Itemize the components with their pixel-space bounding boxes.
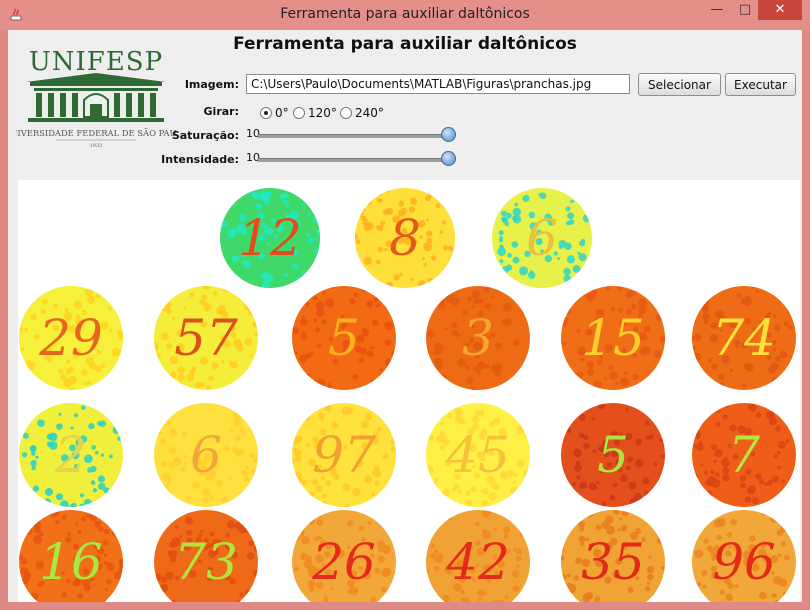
ishihara-plate: 5 [561, 403, 665, 507]
ishihara-plate: 74 [692, 286, 796, 390]
rotate-option-120[interactable]: 120° [293, 105, 337, 121]
ishihara-plate: 96 [692, 510, 796, 602]
title-bar[interactable]: Ferramenta para auxiliar daltônicos — □ … [0, 0, 810, 30]
window-title: Ferramenta para auxiliar daltônicos [280, 6, 530, 22]
plate-number: 97 [312, 426, 376, 484]
rotate-option-label: 240° [355, 105, 384, 120]
intensity-label: Intensidade: [161, 153, 239, 166]
ishihara-plate: 3 [426, 286, 530, 390]
plate-number: 35 [581, 533, 645, 591]
plate-number: 73 [174, 533, 238, 591]
plate-number: 96 [712, 533, 776, 591]
run-button[interactable]: Executar [725, 73, 796, 96]
ishihara-plate: 2 [19, 403, 123, 507]
radio-icon[interactable] [340, 106, 352, 119]
logo-name: UNIFESP [29, 47, 163, 77]
ishihara-plate: 45 [426, 403, 530, 507]
plate-number: 57 [174, 309, 238, 367]
main-panel: Ferramenta para auxiliar daltônicos UNIF… [8, 30, 802, 602]
ishihara-plate: 7 [692, 403, 796, 507]
plate-number: 42 [446, 533, 510, 591]
rotate-option-label: 0° [275, 105, 289, 120]
slider-track[interactable] [258, 158, 448, 162]
plate-number: 5 [328, 309, 360, 367]
ishihara-plate: 5 [292, 286, 396, 390]
ishihara-plate: 35 [561, 510, 665, 602]
ishihara-plate: 26 [292, 510, 396, 602]
rotate-label: Girar: [203, 105, 239, 118]
ishihara-plate: 16 [19, 510, 123, 602]
slider-thumb[interactable] [441, 127, 456, 142]
saturation-label: Saturação: [171, 129, 239, 142]
plate-number: 5 [597, 426, 629, 484]
select-button[interactable]: Selecionar [638, 73, 721, 96]
image-display-panel: 12 8 6 29 57 5 3 15 74 2 6 97 45 5 7 16 73 26 42 35 96 [18, 180, 800, 602]
ishihara-plate: 57 [154, 286, 258, 390]
ishihara-plate: 6 [154, 403, 258, 507]
plate-number: 16 [39, 533, 103, 591]
plate-number: 45 [446, 426, 510, 484]
ishihara-plate: 8 [355, 188, 455, 288]
radio-selected-icon[interactable] [260, 106, 272, 119]
logo-subtitle: UNIVERSIDADE FEDERAL DE SÃO PAULO [16, 127, 176, 138]
plate-number: 26 [312, 533, 376, 591]
ishihara-plate: 73 [154, 510, 258, 602]
logo-year: 1933 [90, 143, 103, 149]
ishihara-plate: 15 [561, 286, 665, 390]
slider-thumb[interactable] [441, 151, 456, 166]
unifesp-logo: UNIFESP UNIVERSIDADE FEDERAL DE SÃO PAUL… [16, 47, 176, 149]
image-label: Imagem: [184, 78, 239, 91]
ishihara-plate: 42 [426, 510, 530, 602]
ishihara-plate: 29 [19, 286, 123, 390]
rotate-option-240[interactable]: 240° [340, 105, 384, 121]
app-window: Ferramenta para auxiliar daltônicos — □ … [0, 0, 810, 610]
close-button[interactable]: ✕ [758, 0, 802, 20]
plate-number: 12 [238, 209, 302, 267]
intensity-slider[interactable]: 10 [246, 151, 456, 167]
plate-number: 6 [190, 426, 222, 484]
plate-number: 7 [728, 426, 760, 484]
minimize-button[interactable]: — [703, 0, 731, 20]
plate-number: 8 [389, 209, 421, 267]
slider-track[interactable] [258, 134, 448, 138]
plate-number: 15 [581, 309, 645, 367]
maximize-button[interactable]: □ [731, 0, 759, 20]
saturation-slider[interactable]: 10 [246, 127, 456, 143]
ishihara-plate: 6 [492, 188, 592, 288]
image-path-input[interactable]: C:\Users\Paulo\Documents\MATLAB\Figuras\… [246, 74, 630, 94]
plate-number: 2 [55, 426, 87, 484]
rotate-option-label: 120° [308, 105, 337, 120]
plate-number: 29 [39, 309, 103, 367]
ishihara-plate: 97 [292, 403, 396, 507]
plate-number: 3 [462, 309, 494, 367]
ishihara-plate: 12 [220, 188, 320, 288]
radio-icon[interactable] [293, 106, 305, 119]
rotate-option-0[interactable]: 0° [260, 105, 289, 121]
plate-number: 74 [712, 309, 776, 367]
plate-number: 6 [526, 209, 558, 267]
